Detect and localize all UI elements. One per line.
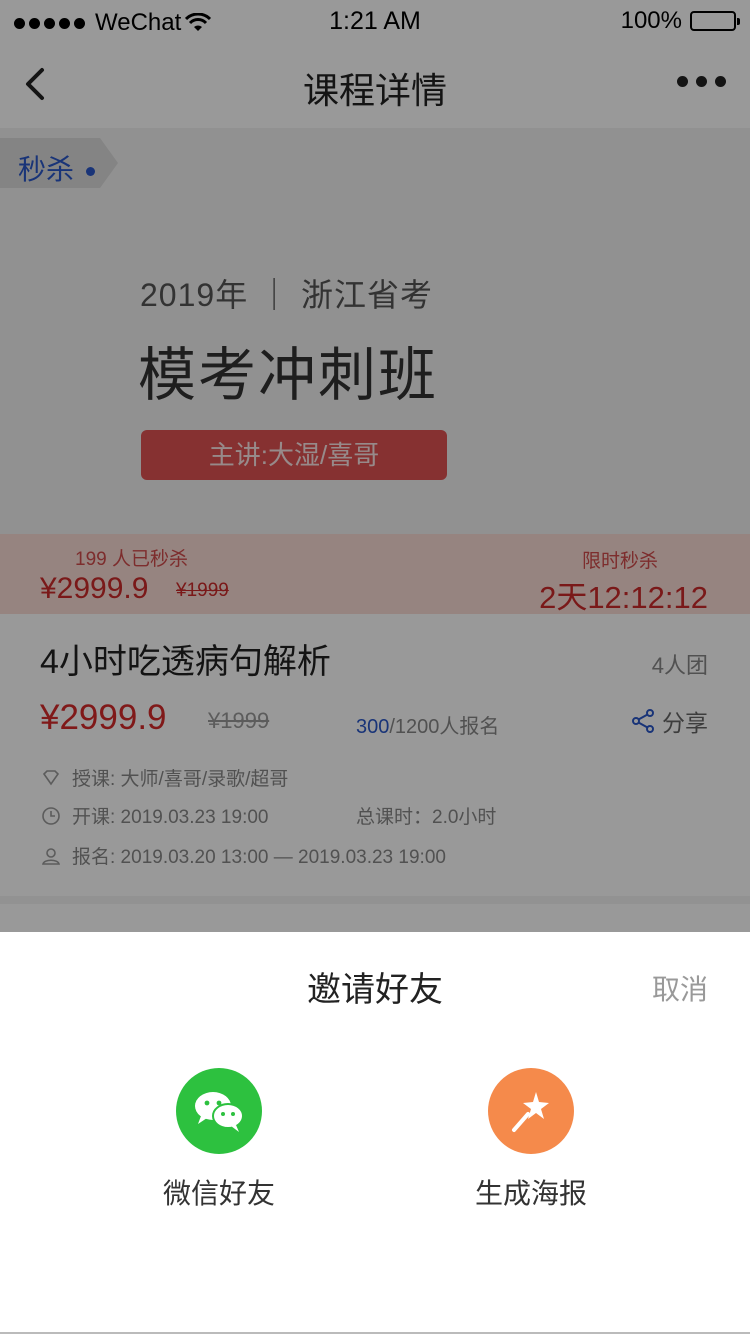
cancel-button[interactable]: 取消 [652, 968, 708, 1008]
wechat-friend-label: 微信好友 [162, 1178, 275, 1209]
wechat-icon [176, 1068, 262, 1154]
generate-poster-option[interactable]: 生成海报 [451, 1068, 611, 1212]
magic-wand-icon [488, 1068, 574, 1154]
sheet-title: 邀请好友 [307, 971, 443, 1009]
invite-sheet: 邀请好友 取消 微信好友 生成海报 [0, 932, 750, 1334]
wechat-friend-option[interactable]: 微信好友 [139, 1068, 299, 1212]
generate-poster-label: 生成海报 [474, 1178, 587, 1209]
